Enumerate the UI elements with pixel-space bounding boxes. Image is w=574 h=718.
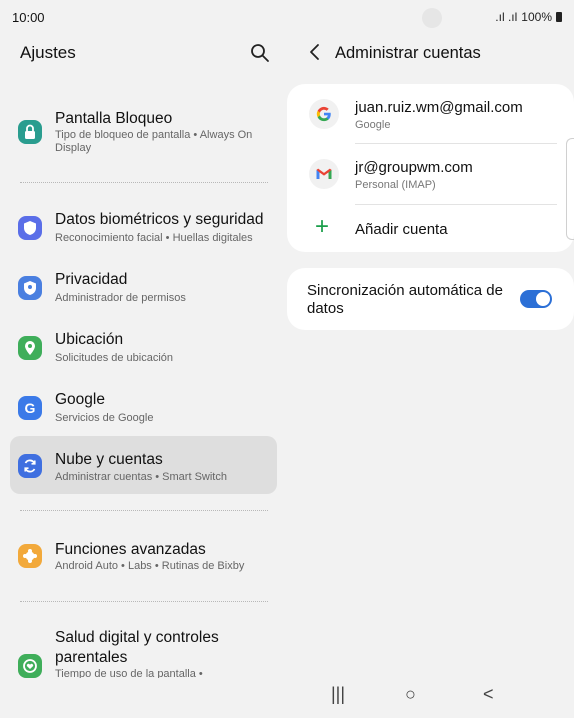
scroll-hint [566,138,574,240]
puzzle-icon [18,544,42,568]
lock-icon [18,120,42,144]
item-title: Datos biométricos y seguridad [55,211,264,228]
settings-item-biometrics[interactable]: Datos biométricos y seguridad Reconocimi… [10,204,277,254]
privacy-icon [18,276,42,300]
item-title: Nube y cuentas [55,451,163,468]
svg-text:G: G [25,400,36,416]
settings-item-location[interactable]: Ubicación Solicitudes de ubicación [10,324,277,374]
search-icon[interactable] [250,43,270,63]
account-type: Google [355,119,391,131]
divider [20,510,268,511]
item-title: Funciones avanzadas [55,541,206,558]
divider [20,601,268,602]
settings-item-lock-screen[interactable]: Pantalla Bloqueo Tipo de bloqueo de pant… [10,102,277,162]
add-account-label: Añadir cuenta [355,221,448,238]
item-title: Privacidad [55,271,128,288]
account-email: jr@groupwm.com [355,159,473,176]
sync-label: Sincronización automática de datos [307,282,503,317]
google-logo-icon [309,99,339,129]
settings-item-advanced-features[interactable]: Funciones avanzadas Android Auto • Labs … [10,532,277,582]
wellbeing-icon [18,654,42,678]
page-title: Ajustes [20,43,76,62]
back-arrow-icon[interactable] [305,42,325,62]
settings-item-google[interactable]: G Google Servicios de Google [10,384,277,434]
item-subtitle: Tiempo de uso de la pantalla • [55,668,203,678]
battery-level: 100% [521,10,552,24]
google-icon: G [18,396,42,420]
item-subtitle: Administrador de permisos [55,292,186,304]
back-button[interactable]: < [483,684,494,705]
account-email: juan.ruiz.wm@gmail.com [355,99,523,116]
battery-icon [556,12,562,22]
sync-card[interactable]: Sincronización automática de datos [287,268,574,330]
item-title: Salud digital y controles parentales [55,629,219,666]
signal-icon: .ıl .ıl [495,10,518,24]
sync-toggle[interactable] [520,290,552,308]
item-subtitle: Android Auto • Labs • Rutinas de Bixby [55,560,245,572]
add-account-button[interactable]: + Añadir cuenta [287,205,574,252]
status-time: 10:00 [12,10,45,25]
account-type: Personal (IMAP) [355,179,436,191]
sync-icon [18,454,42,478]
status-bar: 10:00 .ıl .ıl 100% [0,0,574,34]
settings-item-digital-wellbeing[interactable]: Salud digital y controles parentales Tie… [10,622,277,678]
settings-item-cloud-accounts[interactable]: Nube y cuentas Administrar cuentas • Sma… [10,436,277,494]
item-subtitle: Reconocimiento facial • Huellas digitale… [55,232,253,244]
item-subtitle: Servicios de Google [55,412,154,424]
camera-cutout [422,8,442,28]
home-button[interactable]: ○ [405,684,416,705]
toggle-knob [536,292,550,306]
accounts-pane: Administrar cuentas juan.ruiz.wm@gmail.c… [287,34,574,678]
item-title: Pantalla Bloqueo [55,110,173,127]
account-row-google[interactable]: juan.ruiz.wm@gmail.com Google [287,84,574,144]
gmail-icon [309,159,339,189]
shield-icon [18,216,42,240]
settings-item-privacy[interactable]: Privacidad Administrador de permisos [10,264,277,314]
item-subtitle: Administrar cuentas • Smart Switch [55,471,227,483]
divider [20,182,268,183]
item-title: Google [55,391,105,408]
settings-pane: Ajustes Pantalla Bloqueo Tipo de bloqueo… [0,34,287,678]
item-subtitle: Tipo de bloqueo de pantalla • Always On … [55,129,253,154]
status-indicators: .ıl .ıl 100% [495,10,562,24]
page-title: Administrar cuentas [335,44,481,62]
nav-bar: ||| ○ < [287,678,574,718]
item-subtitle: Solicitudes de ubicación [55,352,174,364]
recent-apps-button[interactable]: ||| [331,684,345,705]
plus-icon: + [315,213,330,240]
accounts-card: juan.ruiz.wm@gmail.com Google jr@groupwm… [287,84,574,252]
location-icon [18,336,42,360]
item-title: Ubicación [55,331,124,348]
account-row-imap[interactable]: jr@groupwm.com Personal (IMAP) [287,144,574,204]
